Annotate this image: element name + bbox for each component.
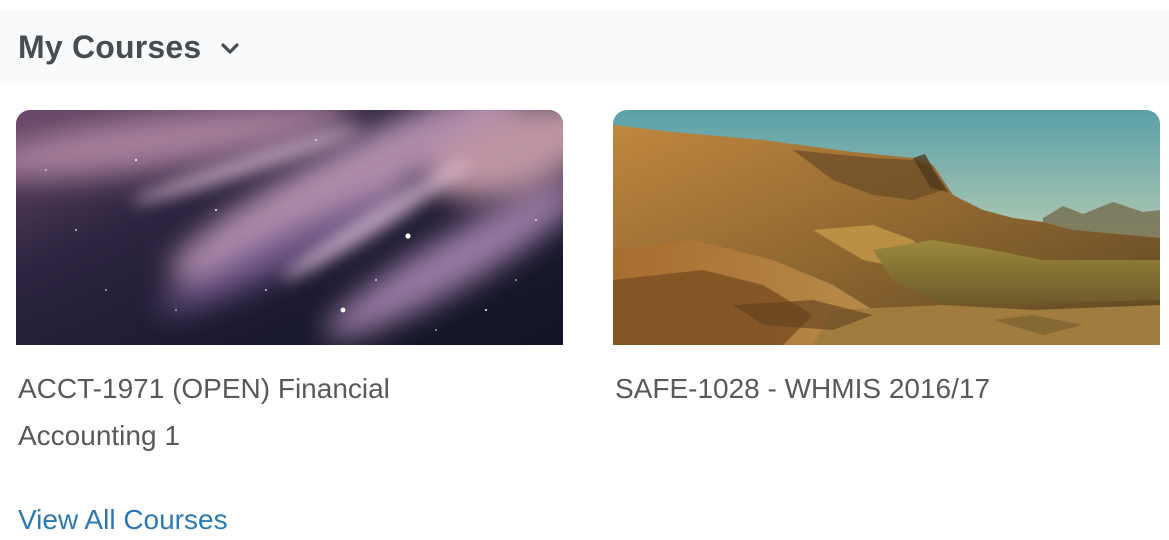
widget-header: My Courses	[0, 10, 1169, 84]
course-card[interactable]: ACCT-1971 (OPEN) Financial Accounting 1	[16, 110, 563, 459]
course-card[interactable]: SAFE-1028 - WHMIS 2016/17	[613, 110, 1160, 459]
widget-title: My Courses	[18, 28, 202, 65]
night-sky-image[interactable]	[16, 110, 563, 345]
view-all-courses-link[interactable]: View All Courses	[18, 504, 228, 536]
mountain-landscape-image[interactable]	[613, 110, 1160, 345]
my-courses-widget: My Courses ACCT-1971 (OPEN) Financial Ac…	[0, 0, 1169, 540]
course-card-list: ACCT-1971 (OPEN) Financial Accounting 1	[16, 110, 1160, 459]
course-title[interactable]: ACCT-1971 (OPEN) Financial Accounting 1	[16, 365, 478, 459]
chevron-down-icon[interactable]	[221, 43, 239, 55]
course-title[interactable]: SAFE-1028 - WHMIS 2016/17	[613, 365, 1075, 412]
